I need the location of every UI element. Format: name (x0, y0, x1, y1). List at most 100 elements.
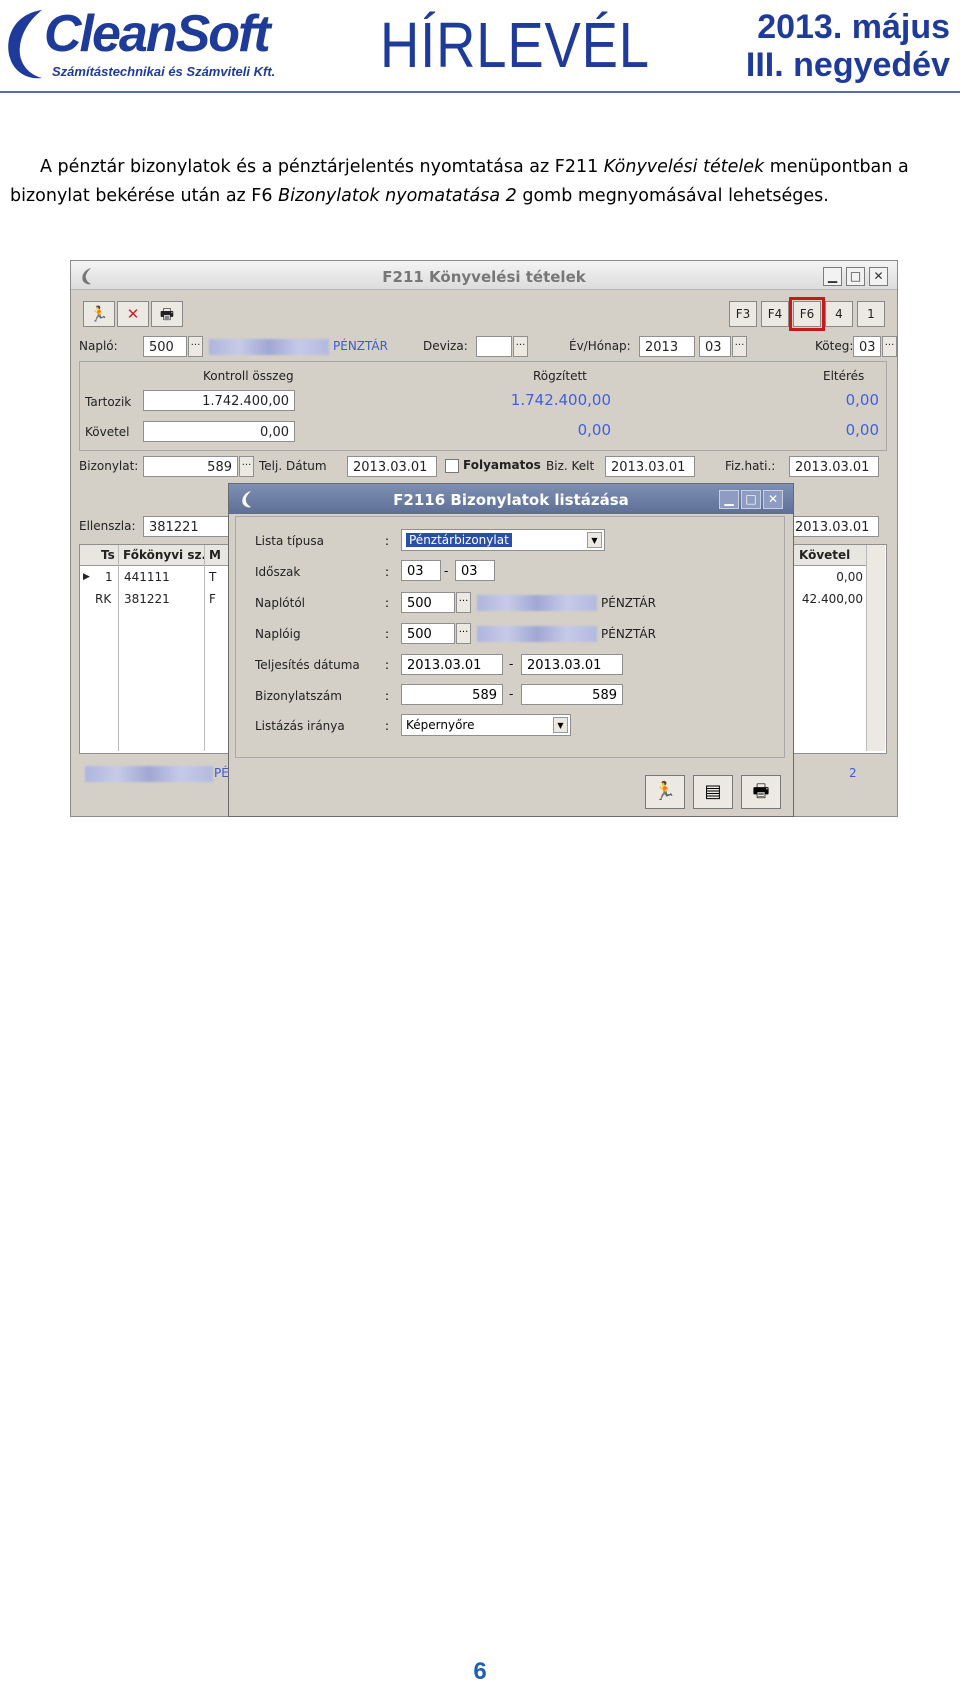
lista-tipusa-label: Lista típusa (255, 534, 325, 548)
dialog-maximize-button[interactable]: □ (741, 490, 761, 509)
teljesites-to-field[interactable]: 2013.03.01 (521, 654, 623, 675)
row2-m[interactable]: F (209, 592, 216, 606)
button-4[interactable]: 4 (825, 301, 853, 327)
naploig-name: PÉNZTÁR (601, 627, 656, 641)
row1-kovetel[interactable]: 0,00 (793, 570, 863, 584)
naploig-field[interactable]: 500 (401, 623, 455, 644)
minimize-button[interactable]: ▁ (823, 267, 842, 286)
colon: : (385, 534, 390, 548)
f3-button[interactable]: F3 (729, 301, 757, 327)
colon: : (385, 689, 390, 703)
evhonap-label: Év/Hónap: (569, 339, 631, 353)
paragraph-line-1: A pénztár bizonylatok és a pénztárjelent… (10, 153, 950, 182)
koteg-field[interactable]: 03 (853, 336, 881, 357)
naploig-label: Naplóig (255, 627, 301, 641)
lista-tipusa-select[interactable]: Pénztárbizonylat ▼ (401, 529, 605, 551)
naplotol-field[interactable]: 500 (401, 592, 455, 613)
koteg-label: Köteg: (815, 339, 854, 353)
chevron-down-icon[interactable]: ▼ (553, 717, 568, 733)
print-exit-icon[interactable]: 🖶 (741, 775, 781, 809)
bizkelt-field[interactable]: 2013.03.01 (605, 456, 695, 477)
naplotol-name: PÉNZTÁR (601, 596, 656, 610)
button-1[interactable]: 1 (857, 301, 885, 327)
col-kovetel: Követel (799, 548, 851, 562)
deviza-browse-button[interactable]: ··· (513, 336, 528, 357)
dialog-close-button[interactable]: ✕ (763, 490, 783, 509)
issue-month: 2013. május (757, 8, 950, 46)
folyamatos-checkbox[interactable] (445, 459, 459, 473)
row1-fokonyv[interactable]: 441111 (124, 570, 170, 584)
tartozik-kontroll-field[interactable]: 1.742.400,00 (143, 390, 295, 411)
telj-datum-field[interactable]: 2013.03.01 (347, 456, 437, 477)
colon: : (385, 565, 390, 579)
naplotol-name-blurred (477, 595, 597, 611)
f4-button[interactable]: F4 (761, 301, 789, 327)
cleansoft-logo-swirl-icon (8, 10, 42, 79)
idoszak-to-field[interactable]: 03 (455, 560, 495, 581)
issue-quarter: III. negyedév (745, 46, 950, 84)
bizonylatszam-label: Bizonylatszám (255, 689, 342, 703)
row2-ts[interactable]: RK (95, 592, 111, 606)
dash: - (509, 657, 514, 671)
bizonylat-field[interactable]: 589 (143, 456, 238, 477)
text-run: menüpontban a (764, 157, 909, 177)
naplo-name: PÉNZTÁR (333, 339, 388, 353)
deviza-label: Deviza: (423, 339, 468, 353)
kovetel-elteres: 0,00 (845, 421, 879, 439)
bizonylat-browse-button[interactable]: ··· (239, 456, 254, 477)
bizonylatszam-to-field[interactable]: 589 (521, 684, 623, 705)
list-view-icon[interactable]: ▤ (693, 775, 733, 809)
row1-m[interactable]: T (209, 570, 216, 584)
run-icon[interactable]: 🏃 (83, 301, 115, 327)
grid-scrollbar[interactable] (866, 545, 885, 751)
naplo-field[interactable]: 500 (143, 336, 187, 357)
deviza-field[interactable] (476, 336, 512, 357)
footer-name-blurred (85, 766, 213, 782)
newsletter-title: HÍRLEVÉL (380, 9, 650, 81)
right-date-field[interactable]: 2013.03.01 (789, 516, 879, 537)
f6-button[interactable]: F6 (789, 297, 825, 331)
teljesites-label: Teljesítés dátuma (255, 658, 360, 672)
honap-browse-button[interactable]: ··· (732, 336, 747, 357)
col-fokonyv: Főkönyvi sz. (123, 548, 207, 562)
listazas-iranya-select[interactable]: Képernyőre ▼ (401, 714, 571, 736)
tartozik-label: Tartozik (85, 395, 132, 409)
chevron-down-icon[interactable]: ▼ (587, 532, 602, 548)
row1-ts[interactable]: 1 (105, 570, 113, 584)
idoszak-from-field[interactable]: 03 (401, 560, 441, 581)
colon: : (385, 719, 390, 733)
naploig-browse-button[interactable]: ··· (456, 623, 471, 644)
row2-kovetel[interactable]: 42.400,00 (793, 592, 863, 606)
ellenszla-field[interactable]: 381221 (143, 516, 231, 537)
text-run: bizonylat bekérése után az F6 (10, 186, 279, 206)
ellenszla-label: Ellenszla: (79, 519, 136, 533)
logo-subtitle: Számítástechnikai és Számviteli Kft. (52, 64, 276, 79)
button-name: Bizonylatok nyomatatása 2 (278, 186, 517, 206)
naplo-name-blurred (209, 339, 329, 355)
dialog-minimize-button[interactable]: ▁ (719, 490, 739, 509)
row2-fokonyv[interactable]: 381221 (124, 592, 170, 606)
close-button[interactable]: ✕ (869, 267, 888, 286)
maximize-button[interactable]: □ (846, 267, 865, 286)
dash: - (509, 687, 514, 701)
col-ts: Ts (101, 548, 115, 562)
koteg-browse-button[interactable]: ··· (882, 336, 897, 357)
naplotol-browse-button[interactable]: ··· (456, 592, 471, 613)
naplo-browse-button[interactable]: ··· (188, 336, 203, 357)
dialog-title: F2116 Bizonylatok listázása (393, 491, 629, 509)
honap-field[interactable]: 03 (699, 336, 731, 357)
run-report-icon[interactable]: 🏃 (645, 775, 685, 809)
issue-date: 2013. május III. negyedév (746, 8, 950, 84)
kovetel-kontroll-field[interactable]: 0,00 (143, 421, 295, 442)
delete-icon[interactable]: ✕ (117, 301, 149, 327)
f2116-dialog: F2116 Bizonylatok listázása ▁ □ ✕ Lista … (228, 483, 794, 817)
bizonylatszam-from-field[interactable]: 589 (401, 684, 503, 705)
print-icon[interactable]: 🖶 (151, 301, 183, 327)
teljesites-from-field[interactable]: 2013.03.01 (401, 654, 503, 675)
row-pointer-icon: ▶ (83, 572, 90, 582)
ev-field[interactable]: 2013 (639, 336, 695, 357)
naploig-name-blurred (477, 626, 597, 642)
selected-value: Pénztárbizonylat (406, 533, 512, 547)
col-m: M (209, 548, 221, 562)
fizhati-field[interactable]: 2013.03.01 (789, 456, 879, 477)
